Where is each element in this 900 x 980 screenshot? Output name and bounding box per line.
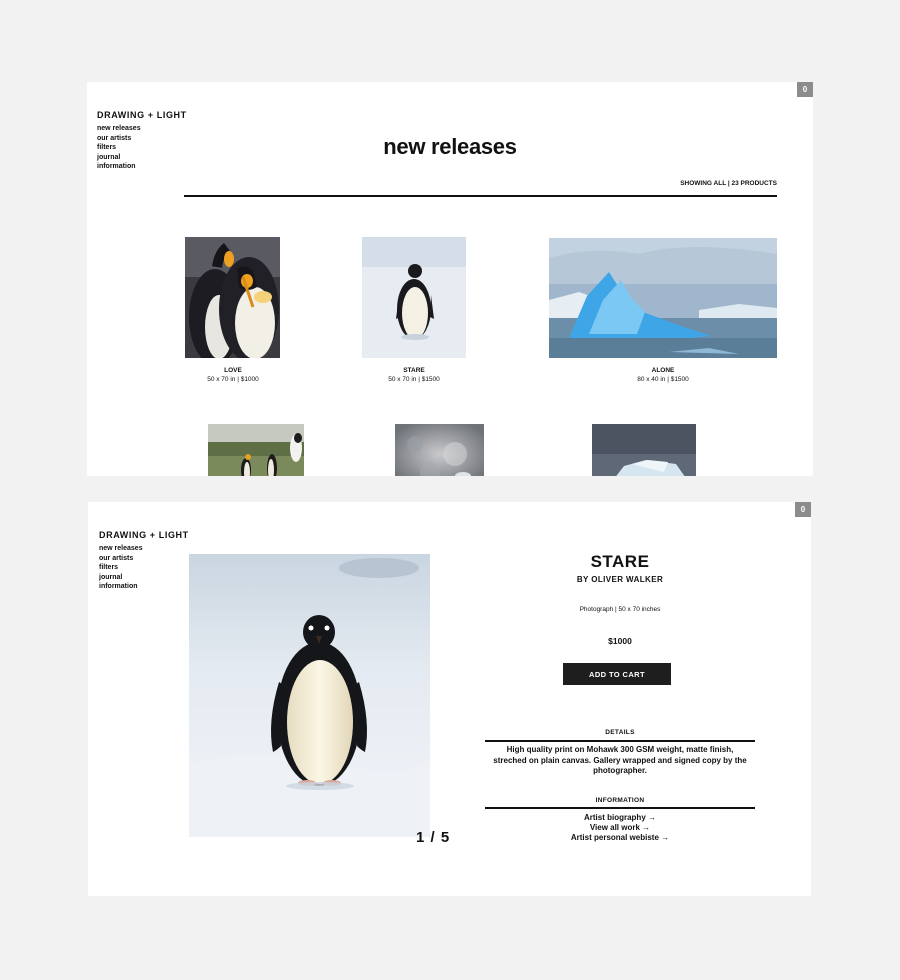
product-count: SHOWING ALL | 23 PRODUCTS [680,180,777,187]
product-name: ALONE [651,367,675,374]
brand-logo[interactable]: DRAWING + LIGHT [97,110,187,120]
cart-count-badge[interactable]: 0 [795,502,811,517]
product-caption-love: LOVE 50 x 70 in | $1000 [173,366,293,384]
product-title: STARE [590,552,650,571]
adelie-penguin-large-photo [189,554,430,837]
blurred-snow-photo [395,424,484,476]
product-image-love[interactable] [185,237,280,358]
product-info: 50 x 70 in | $1000 [207,376,259,383]
add-to-cart-button[interactable]: ADD TO CART [563,663,671,685]
product-image-row2-1[interactable] [208,424,304,476]
nav-new-releases[interactable]: new releases [97,124,187,134]
product-image-alone[interactable] [549,238,777,358]
information-divider [485,807,755,809]
page-title: new releases [383,134,517,159]
view-all-work-link[interactable]: View all work → [485,823,755,832]
information-heading: INFORMATION [595,797,645,804]
product-price: $1000 [608,636,632,646]
cart-count-badge[interactable]: 0 [797,82,813,97]
iceberg-grey-sky-photo [592,424,696,476]
product-image-row2-2[interactable] [395,424,484,476]
product-name: STARE [403,367,425,374]
product-main-image[interactable] [189,554,430,837]
product-meta: Photograph | 50 x 70 inches [579,606,661,613]
adelie-penguin-photo [362,237,466,358]
product-image-row2-3[interactable] [592,424,696,476]
product-artist[interactable]: BY OLIVER WALKER [485,575,755,584]
nav-information[interactable]: information [97,162,187,172]
nav-journal[interactable]: journal [99,573,189,583]
nav-new-releases[interactable]: new releases [99,544,189,554]
product-caption-alone: ALONE 80 x 40 in | $1500 [603,366,723,384]
image-counter: 1 / 5 [416,829,451,846]
nav-filters[interactable]: filters [99,563,189,573]
product-info: 50 x 70 in | $1500 [388,376,440,383]
product-info: 80 x 40 in | $1500 [637,376,689,383]
product-image-stare[interactable] [362,237,466,358]
brand-logo[interactable]: DRAWING + LIGHT [99,530,189,540]
product-caption-stare: STARE 50 x 70 in | $1500 [354,366,474,384]
product-name: LOVE [224,367,242,374]
iceberg-photo [549,238,777,358]
nav-our-artists[interactable]: our artists [99,554,189,564]
divider [184,195,777,197]
details-heading: DETAILS [605,729,635,736]
listing-window: 0 DRAWING + LIGHT new releases our artis… [87,82,813,476]
site-navigation: DRAWING + LIGHT new releases our artists… [99,530,189,592]
penguins-on-grass-photo [208,424,304,476]
details-divider [485,740,755,742]
product-detail-window: 0 DRAWING + LIGHT new releases our artis… [88,502,811,896]
nav-information[interactable]: information [99,582,189,592]
artist-website-link[interactable]: Artist personal webiste → [485,833,755,842]
artist-biography-link[interactable]: Artist biography → [485,813,755,822]
details-text: High quality print on Mohawk 300 GSM wei… [493,745,747,775]
king-penguins-photo [185,237,280,358]
